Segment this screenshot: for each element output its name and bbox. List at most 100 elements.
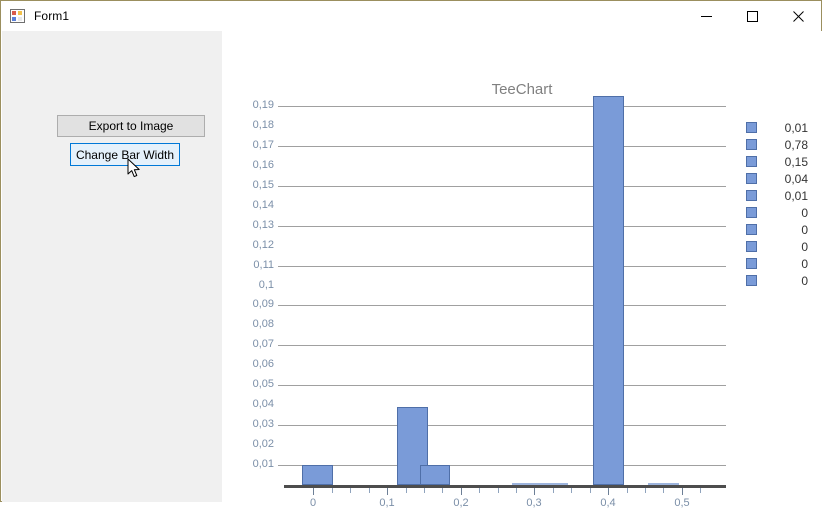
- y-axis-label: 0,04: [252, 398, 274, 410]
- y-axis-label: 0,11: [253, 259, 274, 271]
- y-axis-label: 0,06: [252, 358, 274, 370]
- legend-item[interactable]: 0: [746, 272, 816, 289]
- legend-item-label: 0: [801, 205, 808, 220]
- y-axis-label: 0,19: [252, 99, 274, 111]
- y-axis-label: 0,1: [258, 279, 274, 291]
- x-axis-label: 0,5: [674, 497, 690, 509]
- legend-marker-icon: [746, 156, 757, 167]
- x-axis-tick: [571, 488, 572, 493]
- gridline: [284, 425, 726, 426]
- plot-area: 0,01 0,02 0,03 0,04 0,05 0,06 0,07 0,08 0,09 0,1 0…: [253, 86, 726, 509]
- x-axis-tick: [627, 488, 628, 493]
- legend-marker-icon: [746, 173, 757, 184]
- legend-item[interactable]: 0,78: [746, 136, 816, 153]
- legend-marker-icon: [746, 241, 757, 252]
- y-axis-label: 0,05: [252, 378, 274, 390]
- y-axis-tick: [278, 385, 284, 386]
- window-controls: [683, 1, 821, 31]
- close-icon[interactable]: [775, 1, 821, 31]
- x-axis-tick: [424, 488, 425, 493]
- bar[interactable]: [648, 483, 679, 485]
- y-axis-label: 0,17: [252, 139, 274, 151]
- x-axis-tick: [590, 488, 591, 493]
- x-axis-tick: [387, 488, 388, 495]
- maximize-icon[interactable]: [729, 1, 775, 31]
- y-axis-label: 0,09: [252, 298, 274, 310]
- legend-item[interactable]: 0,04: [746, 170, 816, 187]
- x-axis-tick: [442, 488, 443, 493]
- legend-marker-icon: [746, 139, 757, 150]
- y-axis-tick: [278, 425, 284, 426]
- gridline: [284, 345, 726, 346]
- gridline: [284, 146, 726, 147]
- x-axis-tick: [534, 488, 535, 495]
- teechart-control[interactable]: TeeChart 0,01 0,02 0,03 0,04 0,05 0,06 0,07 0,0…: [222, 31, 822, 509]
- x-axis-tick: [608, 488, 609, 495]
- legend-item-label: 0,04: [784, 171, 808, 186]
- x-axis-label: 0,1: [379, 497, 395, 509]
- x-axis-tick: [553, 488, 554, 493]
- y-axis-tick: [278, 345, 284, 346]
- minimize-icon[interactable]: [683, 1, 729, 31]
- legend-item-label: 0: [801, 256, 808, 271]
- legend-item[interactable]: 0: [746, 255, 816, 272]
- x-axis-tick: [663, 488, 664, 493]
- control-panel: Export to Image Change Bar Width: [2, 31, 222, 502]
- legend-item-label: 0,15: [784, 154, 808, 169]
- gridline: [284, 186, 726, 187]
- x-axis-tick: [369, 488, 370, 493]
- legend-item[interactable]: 0,15: [746, 153, 816, 170]
- y-axis-label: 0,08: [252, 318, 274, 330]
- x-axis-label: 0: [309, 497, 317, 509]
- x-axis-tick: [682, 488, 683, 495]
- mouse-cursor: [127, 158, 143, 180]
- x-axis-label: 0,3: [526, 497, 542, 509]
- gridline: [284, 266, 726, 267]
- x-axis-tick: [332, 488, 333, 493]
- y-axis-label: 0,15: [252, 179, 274, 191]
- legend-item-label: 0,78: [784, 137, 808, 152]
- title-bar: Form1: [1, 1, 821, 31]
- legend-item-label: 0,01: [784, 120, 808, 135]
- x-axis-tick: [313, 488, 314, 495]
- form-window: Form1 Export to Image Change Bar Width T…: [0, 0, 822, 509]
- x-axis-tick: [461, 488, 462, 495]
- y-axis-label: 0,12: [252, 239, 274, 251]
- chart-legend[interactable]: 0,01 0,78 0,15 0,04 0,01 0 0 0 0 0: [746, 119, 816, 289]
- gridline: [284, 385, 726, 386]
- legend-marker-icon: [746, 122, 757, 133]
- x-axis-label: 0,4: [600, 497, 616, 509]
- bar[interactable]: [537, 483, 568, 485]
- legend-marker-icon: [746, 190, 757, 201]
- gridline: [284, 305, 726, 306]
- legend-marker-icon: [746, 207, 757, 218]
- legend-item-label: 0: [801, 273, 808, 288]
- legend-item[interactable]: 0: [746, 221, 816, 238]
- legend-item[interactable]: 0,01: [746, 119, 816, 136]
- change-bar-width-button[interactable]: Change Bar Width: [70, 143, 180, 166]
- y-axis-tick: [278, 266, 284, 267]
- y-axis-label: 0,02: [252, 438, 274, 450]
- legend-marker-icon: [746, 224, 757, 235]
- x-axis-tick: [498, 488, 499, 493]
- bar[interactable]: [420, 465, 450, 485]
- y-axis-tick: [278, 186, 284, 187]
- gridline: [284, 465, 726, 466]
- form-icon: [10, 8, 26, 24]
- legend-item[interactable]: 0,01: [746, 187, 816, 204]
- y-axis-tick: [278, 305, 284, 306]
- legend-item[interactable]: 0: [746, 204, 816, 221]
- export-to-image-button[interactable]: Export to Image: [57, 115, 205, 137]
- bar[interactable]: [593, 96, 624, 485]
- y-axis-label: 0,18: [252, 119, 274, 131]
- y-axis-label: 0,03: [252, 418, 274, 430]
- legend-marker-icon: [746, 275, 757, 286]
- y-axis-tick: [278, 106, 284, 107]
- x-axis-tick: [516, 488, 517, 493]
- y-axis-label: 0,14: [252, 199, 274, 211]
- gridline: [284, 106, 726, 107]
- y-axis-label: 0,16: [252, 159, 274, 171]
- bar[interactable]: [302, 465, 333, 485]
- y-axis-label: 0,07: [252, 338, 274, 350]
- legend-item[interactable]: 0: [746, 238, 816, 255]
